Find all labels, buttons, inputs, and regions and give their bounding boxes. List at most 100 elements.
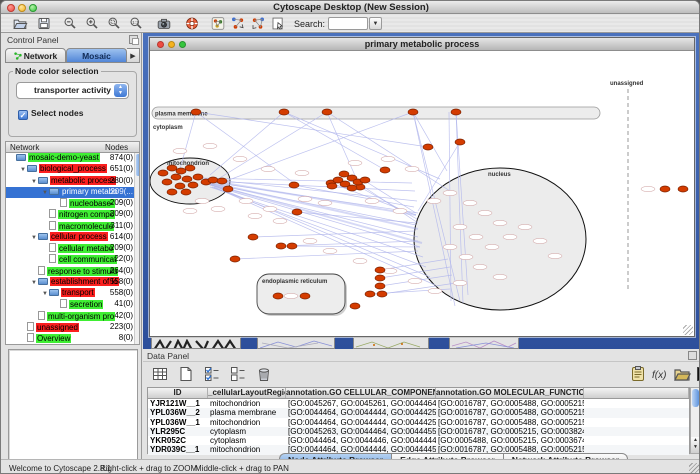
- tab-network[interactable]: Network: [5, 48, 66, 63]
- graph-node[interactable]: [408, 109, 418, 115]
- frame-resize-grip[interactable]: [683, 325, 693, 335]
- disclosure-triangle-icon[interactable]: ▼: [41, 291, 49, 297]
- tree-row[interactable]: Overview8(0): [6, 333, 139, 344]
- background-window-sliver[interactable]: [449, 337, 519, 349]
- graph-edge[interactable]: [292, 246, 420, 247]
- tree-row[interactable]: cellular metabo209(0): [6, 243, 139, 254]
- graph-node[interactable]: [339, 171, 349, 177]
- tree-row[interactable]: unassigned223(0): [6, 322, 139, 333]
- tree-row[interactable]: ▼cellular process614(0): [6, 232, 139, 243]
- plasma-membrane-region[interactable]: [152, 107, 600, 119]
- table-row[interactable]: YPL036W__1mitochondrion[GO:0044464, GO:0…: [148, 418, 689, 427]
- zoom-out-button[interactable]: [61, 15, 81, 32]
- graph-node[interactable]: [375, 267, 385, 273]
- data-panel-float-icon[interactable]: [688, 351, 697, 360]
- new-attribute-button[interactable]: [175, 363, 197, 385]
- graph-node[interactable]: [423, 144, 433, 150]
- disclosure-triangle-icon[interactable]: ▼: [30, 179, 38, 185]
- graph-node[interactable]: [276, 243, 286, 249]
- tree-row[interactable]: nucleobase-209(0): [6, 198, 139, 209]
- graph-node[interactable]: [365, 291, 375, 297]
- search-input[interactable]: [328, 17, 368, 30]
- graph-node[interactable]: [660, 186, 670, 192]
- graph-edge[interactable]: [281, 241, 418, 246]
- graph-node[interactable]: [167, 165, 177, 171]
- tree-row[interactable]: ▼primary metabo209(...: [6, 187, 139, 198]
- layout-nodes-button[interactable]: [229, 15, 249, 32]
- disclosure-triangle-icon[interactable]: ▼: [41, 190, 49, 196]
- graph-node[interactable]: [217, 178, 227, 184]
- disclosure-triangle-icon[interactable]: ▼: [30, 280, 38, 286]
- attribute-table-button[interactable]: [149, 363, 171, 385]
- graph-node[interactable]: [377, 291, 387, 297]
- graph-node[interactable]: [191, 109, 201, 115]
- select-nodes-row[interactable]: ✓Select nodes: [18, 108, 83, 120]
- open-session-button[interactable]: [11, 15, 31, 32]
- graph-edge[interactable]: [284, 112, 385, 170]
- tree-row[interactable]: ▼biological_process651(0): [6, 164, 139, 175]
- tree-column-headers[interactable]: Network Nodes: [5, 141, 140, 153]
- float-panel-icon[interactable]: [129, 35, 138, 44]
- snapshot-camera-button[interactable]: [155, 15, 175, 32]
- graph-node[interactable]: [375, 283, 385, 289]
- graph-node[interactable]: [182, 176, 192, 182]
- tree-row[interactable]: macromolecule311(0): [6, 221, 139, 232]
- tree-row[interactable]: nitrogen compo209(0): [6, 209, 139, 220]
- annotation-button[interactable]: [269, 15, 289, 32]
- graph-node[interactable]: [455, 139, 465, 145]
- graph-node[interactable]: [230, 256, 240, 262]
- graph-node[interactable]: [300, 293, 310, 299]
- layout-edges-button[interactable]: [249, 15, 269, 32]
- graph-node[interactable]: [171, 174, 181, 180]
- node-color-dropdown[interactable]: transporter activity ▲▼: [16, 82, 129, 99]
- title-bar[interactable]: Cytoscape Desktop (New Session): [1, 1, 700, 14]
- graph-node[interactable]: [208, 177, 218, 183]
- network-canvas[interactable]: plasma membrane cytoplasm mitochondrion …: [150, 51, 694, 336]
- table-row[interactable]: YJR121W__1mitochondrion[GO:0045267, GO:0…: [148, 399, 689, 408]
- graph-node[interactable]: [185, 165, 195, 171]
- background-window-sliver[interactable]: [353, 337, 429, 349]
- graph-node[interactable]: [678, 186, 688, 192]
- formula-builder-button[interactable]: f(x): [649, 363, 671, 385]
- frame-title-bar[interactable]: primary metabolic process: [150, 38, 694, 51]
- graph-edge[interactable]: [210, 112, 284, 175]
- graph-node[interactable]: [273, 293, 283, 299]
- tree-scrollbar[interactable]: [134, 153, 139, 344]
- zoom-fit-button[interactable]: 1:1: [127, 15, 147, 32]
- tree-row[interactable]: ▼establishment of lo558(0): [6, 277, 139, 288]
- graph-node[interactable]: [223, 186, 233, 192]
- tree-row[interactable]: secretion41(0): [6, 299, 139, 310]
- graph-node[interactable]: [193, 174, 203, 180]
- disclosure-triangle-icon[interactable]: ▼: [19, 167, 27, 173]
- graph-node[interactable]: [292, 209, 302, 215]
- graph-node[interactable]: [248, 234, 258, 240]
- attribute-table-header[interactable]: ID _cellularLayoutRegion annotation.GO C…: [148, 388, 689, 399]
- graph-node[interactable]: [167, 189, 177, 195]
- attribute-matrix-button[interactable]: [693, 363, 700, 385]
- birdseye-view[interactable]: [8, 349, 138, 474]
- table-row[interactable]: YKR052Ccytoplasm[GO:0044464, GO:0044446,…: [148, 436, 689, 445]
- graph-node[interactable]: [176, 168, 186, 174]
- tree-row[interactable]: ▼metabolic process280(0): [6, 176, 139, 187]
- graph-node[interactable]: [162, 179, 172, 185]
- tree-row[interactable]: multi-organism pro42(0): [6, 311, 139, 322]
- graph-node[interactable]: [451, 109, 461, 115]
- graph-node[interactable]: [327, 183, 337, 189]
- table-row[interactable]: YLR295Ccytoplasm[GO:0045263, GO:0044464,…: [148, 427, 689, 436]
- tree-row[interactable]: ▼transport558(0): [6, 288, 139, 299]
- help-lifering-button[interactable]: [183, 15, 203, 32]
- tab-overflow-button[interactable]: ▶: [127, 48, 140, 63]
- vizmapper-button[interactable]: [209, 15, 229, 32]
- graph-node[interactable]: [350, 303, 360, 309]
- zoom-in-button[interactable]: [83, 15, 103, 32]
- delete-attribute-button[interactable]: [253, 363, 275, 385]
- background-window-sliver[interactable]: [151, 337, 241, 349]
- graph-edge[interactable]: [210, 185, 420, 247]
- graph-edge[interactable]: [327, 112, 450, 191]
- save-session-button[interactable]: [35, 15, 55, 32]
- graph-node[interactable]: [347, 185, 357, 191]
- tab-mosaic[interactable]: Mosaic: [66, 48, 127, 63]
- zoom-selected-button[interactable]: [105, 15, 125, 32]
- background-window-sliver[interactable]: [257, 337, 335, 349]
- graph-node[interactable]: [175, 183, 185, 189]
